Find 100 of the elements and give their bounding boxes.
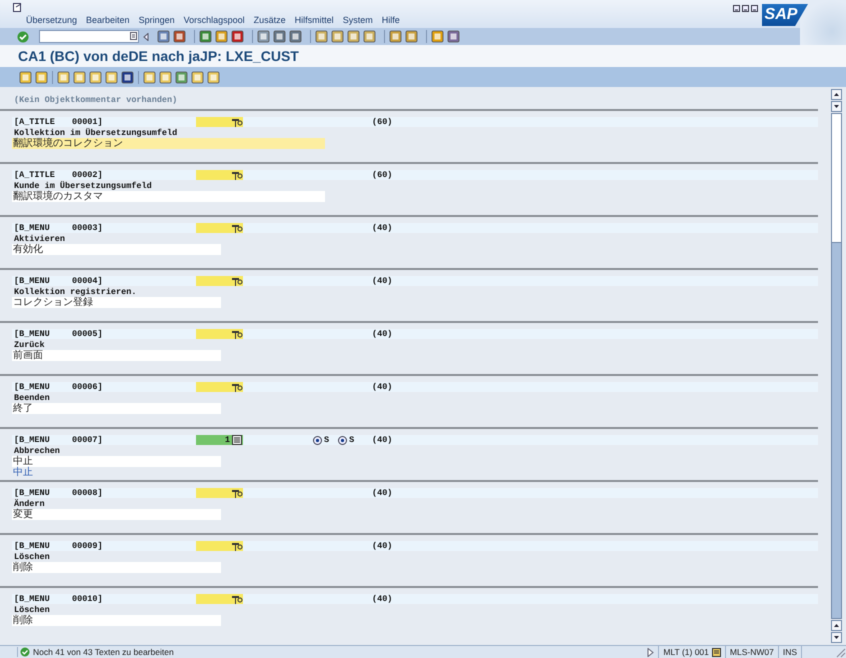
proposal-count: 1	[224, 435, 230, 445]
proposal-text[interactable]: 中止	[12, 467, 33, 478]
object-type: [B_MENU	[13, 329, 51, 339]
menu-item[interactable]: Hilfe	[382, 15, 400, 25]
translation-field[interactable]: 変更	[12, 509, 221, 520]
scroll-thumb[interactable]	[832, 114, 841, 243]
hammer-icon[interactable]	[231, 594, 243, 604]
object-number: 00006]	[72, 382, 104, 392]
max-length: (40)	[372, 276, 392, 286]
translation-field[interactable]: 翻訳環境のコレクション	[12, 138, 325, 149]
max-length: (60)	[372, 170, 392, 180]
object-number: 00008]	[72, 488, 104, 498]
translation-field[interactable]: 削除	[12, 562, 221, 573]
source-text: Aktivieren	[13, 234, 66, 244]
wave-graphic	[800, 0, 846, 45]
scroll-up-icon[interactable]	[831, 620, 842, 631]
object-number: 00001]	[72, 117, 104, 127]
source-text: Kollektion im Übersetzungsumfeld	[14, 128, 178, 138]
menu-item[interactable]: Vorschlagspool	[184, 15, 245, 25]
status-bar[interactable]	[196, 329, 243, 339]
translation-field[interactable]: 中止	[12, 456, 221, 467]
source-text: Zurück	[13, 340, 45, 350]
hammer-icon[interactable]	[231, 276, 243, 286]
object-type: [B_MENU	[13, 541, 51, 551]
menu-item[interactable]: Hilfsmittel	[294, 15, 334, 25]
object-type: [B_MENU	[13, 382, 51, 392]
scrollbar[interactable]	[831, 89, 842, 644]
translation-field[interactable]: 削除	[12, 615, 221, 626]
translation-field[interactable]: コレクション登録	[12, 297, 221, 308]
translation-field[interactable]: 前画面	[12, 350, 221, 361]
max-length: (40)	[372, 594, 392, 604]
hammer-icon[interactable]	[231, 170, 243, 180]
status-bar[interactable]	[196, 594, 243, 604]
status-bar[interactable]	[196, 541, 243, 551]
status-bar[interactable]	[196, 382, 243, 392]
list-icon[interactable]	[712, 648, 721, 656]
object-number: 00003]	[72, 223, 104, 233]
system-info: MLT (1) 001	[663, 647, 709, 657]
source-text: Löschen	[14, 552, 50, 562]
hammer-icon[interactable]	[231, 330, 243, 338]
radio-button[interactable]	[338, 436, 348, 444]
max-length: (40)	[372, 223, 392, 233]
screen-title: CA1 (BC) von deDE nach jaJP: LXE_CUST	[18, 48, 299, 64]
status-message: Noch 41 von 43 Texten zu bearbeiten	[33, 647, 174, 657]
menu-item[interactable]: Zusätze	[254, 15, 286, 25]
menu-item[interactable]: System	[342, 15, 373, 25]
status-bar[interactable]	[196, 488, 243, 498]
max-length: (40)	[372, 382, 392, 392]
object-number: 00005]	[72, 329, 104, 339]
source-text: Abbrechen	[14, 446, 60, 456]
object-type: [B_MENU	[13, 276, 51, 286]
max-length: (60)	[372, 117, 392, 127]
option-label: S	[324, 435, 330, 445]
option-label: S	[349, 435, 354, 445]
object-type: [B_MENU	[13, 594, 51, 604]
hammer-icon[interactable]	[231, 118, 243, 126]
status-bar[interactable]	[196, 117, 243, 127]
translation-field[interactable]: 翻訳環境のカスタマ	[12, 191, 325, 202]
hammer-icon[interactable]	[231, 382, 243, 392]
menu-item[interactable]: Übersetzung	[26, 15, 78, 25]
object-number: 00010]	[72, 594, 104, 604]
hammer-icon[interactable]	[231, 224, 243, 232]
translation-field[interactable]: 終了	[12, 403, 221, 414]
object-type: [A_TITLE	[13, 117, 56, 127]
source-text: Ändern	[14, 499, 45, 509]
object-comment: (Kein Objektkommentar vorhanden)	[13, 95, 178, 105]
object-number: 00004]	[72, 276, 104, 286]
status-bar[interactable]	[196, 223, 243, 233]
history-icon[interactable]	[130, 32, 137, 40]
source-text: Beenden	[13, 393, 50, 403]
hammer-icon[interactable]	[231, 488, 243, 498]
resize-grip-icon[interactable]	[834, 646, 846, 658]
status-bar[interactable]: 1	[196, 435, 243, 445]
translation-field[interactable]: 有効化	[12, 244, 221, 255]
check-icon[interactable]	[17, 30, 29, 42]
status-bar[interactable]	[196, 276, 243, 286]
scroll-up-icon[interactable]	[831, 89, 842, 100]
radio-button[interactable]	[313, 436, 322, 444]
scroll-down-icon[interactable]	[831, 632, 842, 643]
object-number: 00007]	[72, 435, 104, 445]
hammer-icon[interactable]	[231, 542, 243, 550]
object-type: [A_TITLE	[13, 170, 56, 180]
scroll-down-icon[interactable]	[831, 101, 842, 112]
triangle-right-icon[interactable]	[647, 648, 654, 656]
source-text: Kollektion registrieren.	[13, 287, 136, 297]
source-text: Löschen	[14, 605, 50, 615]
restore-icon[interactable]	[742, 5, 749, 12]
object-number: 00009]	[72, 541, 104, 551]
menu-item[interactable]: Springen	[138, 15, 175, 25]
notebook-icon[interactable]	[231, 435, 243, 445]
menu-item[interactable]: Bearbeiten	[86, 15, 130, 25]
max-length: (40)	[372, 541, 392, 551]
command-field[interactable]	[39, 30, 139, 43]
object-type: [B_MENU	[13, 223, 51, 233]
max-length: (40)	[372, 329, 392, 339]
triangle-left-icon[interactable]	[143, 32, 149, 40]
close-icon[interactable]	[751, 5, 758, 12]
max-length: (40)	[372, 435, 392, 445]
minimize-icon[interactable]	[733, 5, 740, 12]
status-bar[interactable]	[196, 170, 243, 180]
